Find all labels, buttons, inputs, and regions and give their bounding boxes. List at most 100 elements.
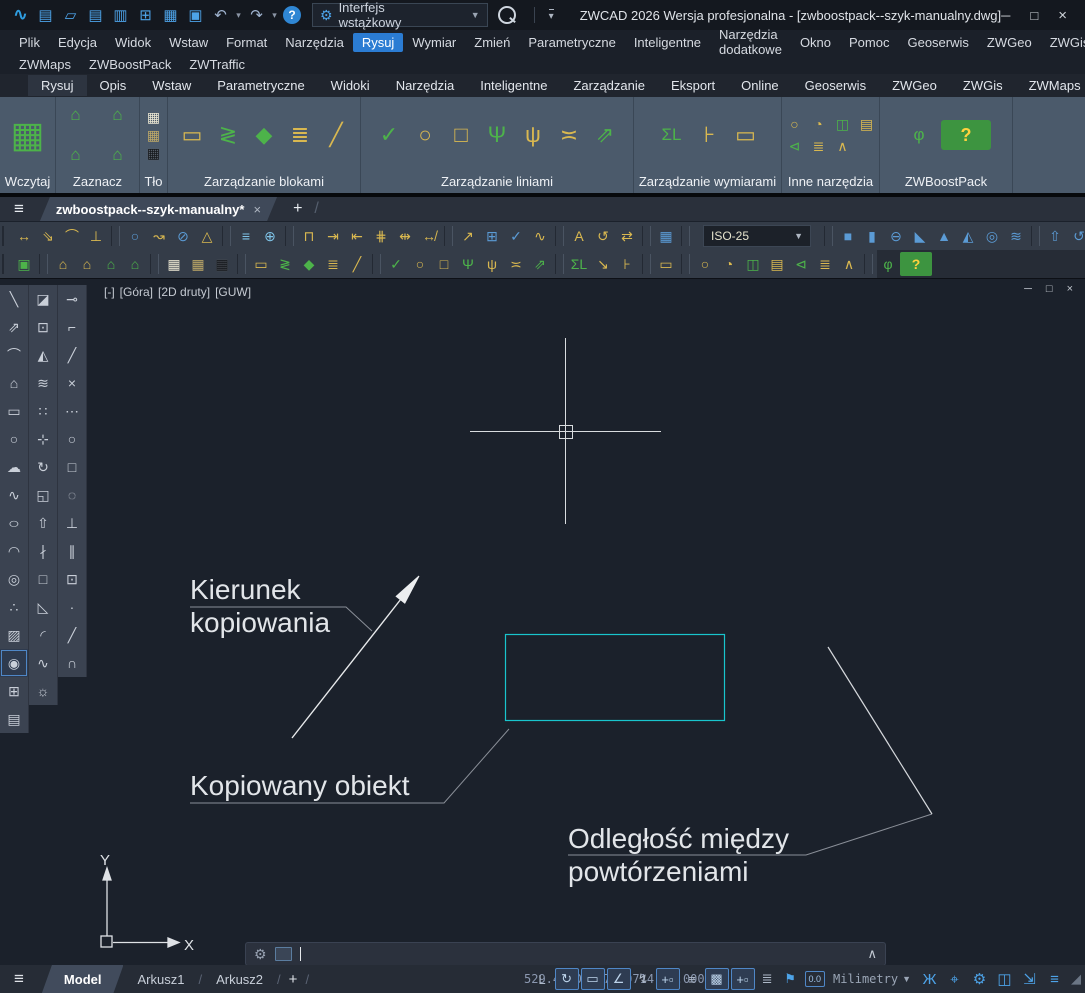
background-tan-icon[interactable]: ▦	[143, 127, 165, 144]
boostpack-help-icon[interactable]: ?	[941, 120, 991, 150]
ribbon-tab[interactable]: Widoki	[318, 75, 383, 96]
solid-wedge-icon[interactable]: ◣	[908, 224, 932, 248]
status-menu-icon[interactable]: ≡	[14, 969, 24, 989]
workspace-switching-icon[interactable]: Ж	[919, 969, 940, 989]
dim-arrows-icon[interactable]: ↘	[591, 252, 615, 276]
solid-helix-icon[interactable]: ≋	[1004, 224, 1028, 248]
select-clone-icon[interactable]: ⌂	[58, 101, 94, 129]
menu-item[interactable]: ZWGeo	[978, 33, 1041, 52]
menu-item[interactable]: Plik	[10, 33, 49, 52]
tab-arkusz1[interactable]: Arkusz1	[123, 965, 198, 993]
extrude-icon[interactable]: ⇧	[1043, 224, 1067, 248]
tab-model[interactable]: Model	[42, 965, 124, 993]
sum-length-icon[interactable]: ΣL	[567, 252, 591, 276]
block-measure-icon[interactable]: ◆	[297, 252, 321, 276]
ribbon-tab[interactable]: Online	[728, 75, 792, 96]
add-layout-button[interactable]: +	[289, 971, 298, 988]
line-parabola-icon[interactable]: Ψ	[456, 252, 480, 276]
resize-grip-icon[interactable]: ◢	[1071, 971, 1081, 987]
select-remove-icon[interactable]: ⌂	[58, 141, 94, 169]
menu-item[interactable]: Rysuj	[353, 33, 404, 52]
dim-jogged-icon[interactable]: ↝	[147, 224, 171, 248]
dim-adjust-space-icon[interactable]: ⇹	[393, 224, 417, 248]
select-clone-icon[interactable]: ⌂	[51, 252, 75, 276]
help-icon[interactable]: ?	[283, 6, 301, 24]
dim-aligned-icon[interactable]: ⇘	[36, 224, 60, 248]
multileader-icon[interactable]: ↗	[456, 224, 480, 248]
undo-dropdown-icon[interactable]: ▾	[233, 4, 244, 26]
fullscreen-icon[interactable]: ⇲	[1019, 969, 1040, 989]
ribbon-tab[interactable]: ZWGeo	[879, 75, 950, 96]
menu-item[interactable]: Wstaw	[160, 33, 217, 52]
line-round-rect-icon[interactable]: □	[432, 252, 456, 276]
list-tool-icon[interactable]: ≣	[813, 252, 837, 276]
block-copy-icon[interactable]: ▭	[176, 110, 208, 160]
menu-item[interactable]: Narzędzia dodatkowe	[710, 25, 791, 59]
line-octagon-icon[interactable]: ○	[409, 110, 441, 160]
block-divide-icon[interactable]: ╱	[320, 110, 352, 160]
block-swap-icon[interactable]: ≷	[273, 252, 297, 276]
insert-dimension-icon[interactable]: ⊦	[694, 110, 726, 160]
polar-tracking-icon[interactable]: ↻	[555, 968, 579, 990]
menu-item[interactable]: ZWTraffic	[180, 55, 254, 74]
ribbon-tab[interactable]: Geoserwis	[792, 75, 879, 96]
open-folder-icon[interactable]: ▱	[58, 4, 83, 26]
layout-tool-icon[interactable]: ◫	[832, 114, 854, 134]
annotation-lines-icon[interactable]: ≣	[757, 969, 778, 989]
save-as-icon[interactable]: ▥	[108, 4, 133, 26]
background-tan-icon[interactable]: ▦	[186, 252, 210, 276]
menu-item[interactable]: ZWBoostPack	[80, 55, 180, 74]
arc-tool-icon[interactable]: ◔	[717, 252, 741, 276]
selection-filter-icon[interactable]: ⌖	[944, 969, 965, 989]
menu-item[interactable]: Okno	[791, 33, 840, 52]
line-shift-icon[interactable]: ⇗	[589, 110, 621, 160]
redo-dropdown-icon[interactable]: ▾	[269, 4, 280, 26]
print-icon[interactable]: ▦	[158, 4, 183, 26]
dim-rectangle-icon[interactable]: ▭	[730, 110, 762, 160]
sum-length-icon[interactable]: ΣL	[654, 121, 690, 149]
menu-item[interactable]: Pomoc	[840, 33, 898, 52]
document-menu-icon[interactable]: ≡	[14, 199, 24, 219]
dim-angular-icon[interactable]: △	[195, 224, 219, 248]
dim-radius-icon[interactable]: ○	[123, 224, 147, 248]
menu-item[interactable]: Inteligentne	[625, 33, 710, 52]
ribbon-tab[interactable]: Parametryczne	[204, 75, 317, 96]
object-snap-icon[interactable]: ▭	[581, 968, 605, 990]
line-wave-icon[interactable]: ψ	[517, 110, 549, 160]
select-add-icon[interactable]: ⌂	[100, 101, 136, 129]
command-input[interactable]	[309, 946, 860, 963]
dim-text-edit-icon[interactable]: A	[567, 224, 591, 248]
dim-break-icon[interactable]: ↮	[417, 224, 441, 248]
dim-baseline-icon[interactable]: ⇤	[345, 224, 369, 248]
dim-text-rotate-icon[interactable]: ↺	[591, 224, 615, 248]
hardware-acceleration-icon[interactable]: ◫	[994, 969, 1015, 989]
ribbon-tab[interactable]: Narzędzia	[383, 75, 468, 96]
solid-cylinder-icon[interactable]: ▮	[860, 224, 884, 248]
redo-icon[interactable]: ↷	[244, 4, 269, 26]
fold-tool-icon[interactable]: ∧	[837, 252, 861, 276]
undo-icon[interactable]: ↶	[208, 4, 233, 26]
line-verify-icon[interactable]: ✓	[384, 252, 408, 276]
hatch-display-icon[interactable]: ▩	[705, 968, 729, 990]
save-icon[interactable]: ▤	[83, 4, 108, 26]
boostpack-help-icon[interactable]: ?	[900, 252, 932, 276]
command-expand-icon[interactable]: ∧	[867, 946, 877, 962]
status-menu-icon[interactable]: ≡	[1044, 969, 1065, 989]
arc-tool-icon[interactable]: ◔	[808, 114, 830, 134]
load-drawing-icon[interactable]: ▦	[5, 105, 51, 165]
solid-box-icon[interactable]: ■	[836, 224, 860, 248]
line-parabola-icon[interactable]: Ψ	[481, 110, 513, 160]
boostpack-loader-icon[interactable]: ▣	[12, 252, 36, 276]
line-octagon-icon[interactable]: ○	[408, 252, 432, 276]
flag-tool-icon[interactable]: ⊲	[784, 136, 806, 156]
line-levels-icon[interactable]: ≍	[504, 252, 528, 276]
ribbon-tab[interactable]: Wstaw	[139, 75, 204, 96]
selection-cycling-icon[interactable]: +▫	[731, 968, 755, 990]
clipboard-tool-icon[interactable]: ▤	[856, 114, 878, 134]
fold-tool-icon[interactable]: ∧	[832, 136, 854, 156]
insert-dimension-icon[interactable]: ⊦	[615, 252, 639, 276]
line-verify-icon[interactable]: ✓	[373, 110, 405, 160]
drawing-area[interactable]: ╲⇗⌒⌂▭○☁∿○◠◎∴▨◉⊞▤ ◪⊡◭≋∷⊹↻◱⇧∤□◺◜∿☼ ⊸⌐╱×⋯○□…	[0, 278, 1085, 965]
line-shift-icon[interactable]: ⇗	[528, 252, 552, 276]
menu-item[interactable]: ZWGis	[1041, 33, 1085, 52]
